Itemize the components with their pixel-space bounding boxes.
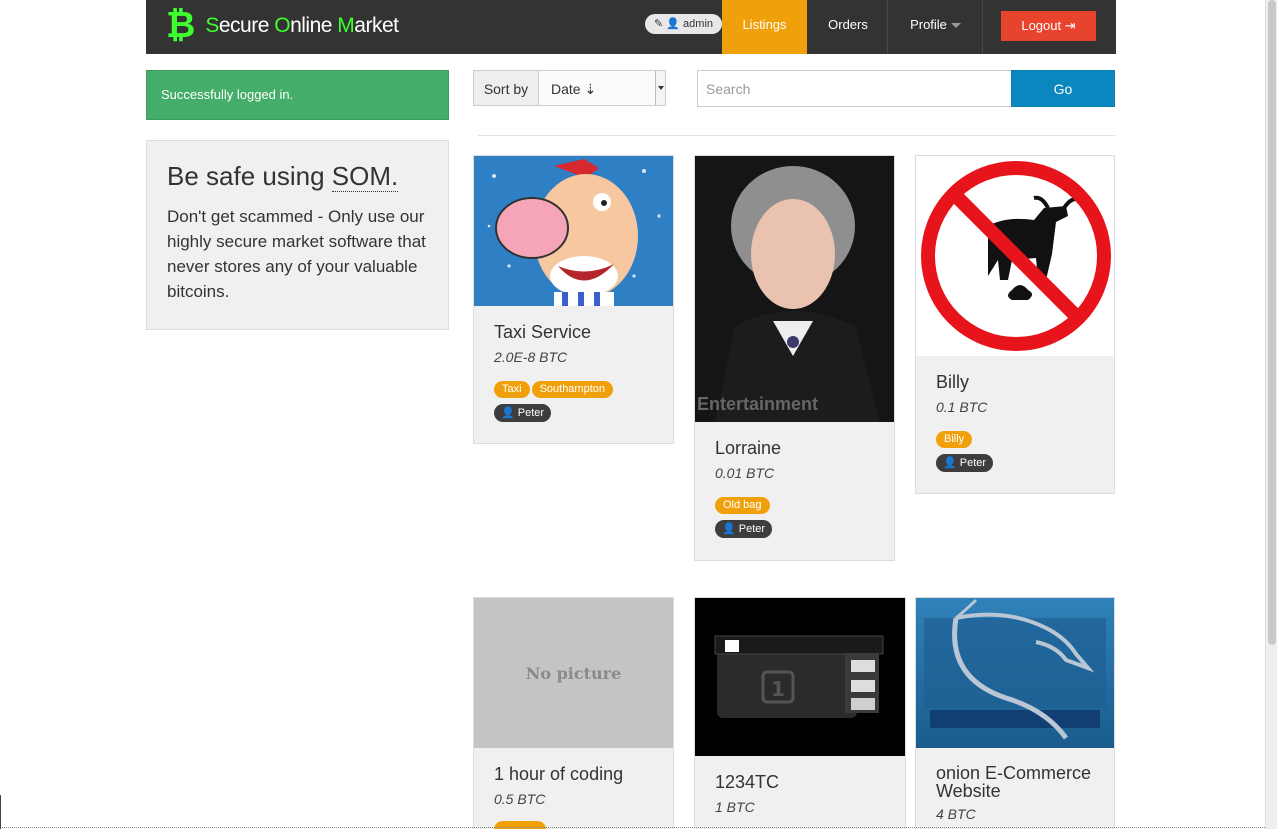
tag-badge[interactable]: Old bag [715,497,770,514]
listing-title[interactable]: Lorraine [715,438,874,459]
tag-icon: ✎ [654,18,664,30]
frame-border [0,827,1265,828]
nav-divider [982,0,983,54]
sort-label: Sort by [473,70,539,106]
nav-listings[interactable]: Listings [722,0,807,54]
listing-price: 2.0E-8 BTC [494,349,568,365]
top-navbar: ₿ Secure Online Market ✎ 👤 admin Listing… [146,0,1116,54]
logout-icon: ⇥ [1064,18,1076,33]
listing-image[interactable]: 1 [695,598,905,756]
caret-down-icon [950,23,961,29]
tag-badge[interactable]: Southampton [531,381,613,398]
listing-card[interactable]: Entertainment Lorraine 0.01 BTC Old bag … [694,155,895,561]
listing-image[interactable]: No picture [474,598,673,748]
no-picture-placeholder: No picture [474,598,673,748]
som-abbr: SOM. [331,161,399,192]
listing-title[interactable]: 1 hour of coding [494,764,653,785]
promo-text: Don't get scammed - Only use our highly … [167,207,426,301]
seller-badge[interactable]: 👤 Peter [715,520,773,538]
tag-badge[interactable]: Taxi [494,381,530,398]
brand-name: Secure Online Market [205,14,399,37]
listing-price: 0.01 BTC [715,465,775,481]
frame-border [0,795,1,829]
bitcoin-icon: ₿ [166,5,196,46]
user-icon: 👤 [501,407,515,419]
user-icon: 👤 [943,457,957,469]
listing-card[interactable]: Billy 0.1 BTC Billy 👤 Peter [915,155,1115,494]
image-watermark: Entertainment [697,394,818,414]
listing-price: 0.5 BTC [494,791,546,807]
search-go-button[interactable]: Go [1011,70,1115,107]
scrollbar-thumb[interactable] [1268,0,1276,645]
seller-badge[interactable]: 👤 Peter [494,404,552,422]
sort-select[interactable]: Date ⇣ [538,70,666,106]
promo-panel: Be safe using SOM. Don't get scammed - O… [146,140,449,330]
tag-badge[interactable]: Billy [936,431,973,448]
listing-title[interactable]: Billy [936,372,1094,393]
nav-orders[interactable]: Orders [808,0,888,54]
listing-title[interactable]: 1234TC [715,772,885,793]
search-input[interactable] [697,70,1012,107]
divider [478,135,1115,136]
brand-logo[interactable]: ₿ Secure Online Market [166,5,399,46]
listing-image[interactable] [474,156,673,306]
dropdown-arrow-icon [655,71,665,105]
success-alert: Successfully logged in. [146,70,449,120]
vertical-scrollbar[interactable] [1265,0,1277,829]
user-icon: 👤 [666,18,680,30]
listing-image[interactable] [916,156,1114,356]
nav-profile-dropdown[interactable]: Profile [888,0,983,54]
seller-badge[interactable]: 👤 Peter [936,454,994,472]
listing-title[interactable]: onion E-Commerce Website [936,764,1094,800]
promo-heading: Be safe using SOM. [167,161,399,192]
listing-card[interactable]: Taxi Service 2.0E-8 BTC Taxi Southampton … [473,155,674,444]
admin-badge: ✎ 👤 admin [645,14,723,34]
listing-card[interactable]: No picture 1 hour of coding 0.5 BTC [473,597,674,829]
listing-price: 1 BTC [715,799,755,815]
user-icon: 👤 [722,523,736,535]
listing-title[interactable]: Taxi Service [494,322,653,343]
listing-image[interactable] [916,598,1114,748]
listing-image[interactable]: Entertainment [695,156,894,422]
logout-button[interactable]: Logout ⇥ [1001,11,1096,41]
listing-card[interactable]: onion E-Commerce Website 4 BTC [915,597,1115,829]
svg-text:1: 1 [771,677,785,701]
listing-price: 4 BTC [936,806,976,822]
listing-price: 0.1 BTC [936,399,988,415]
listing-card[interactable]: 1 1234TC 1 BTC [694,597,906,829]
